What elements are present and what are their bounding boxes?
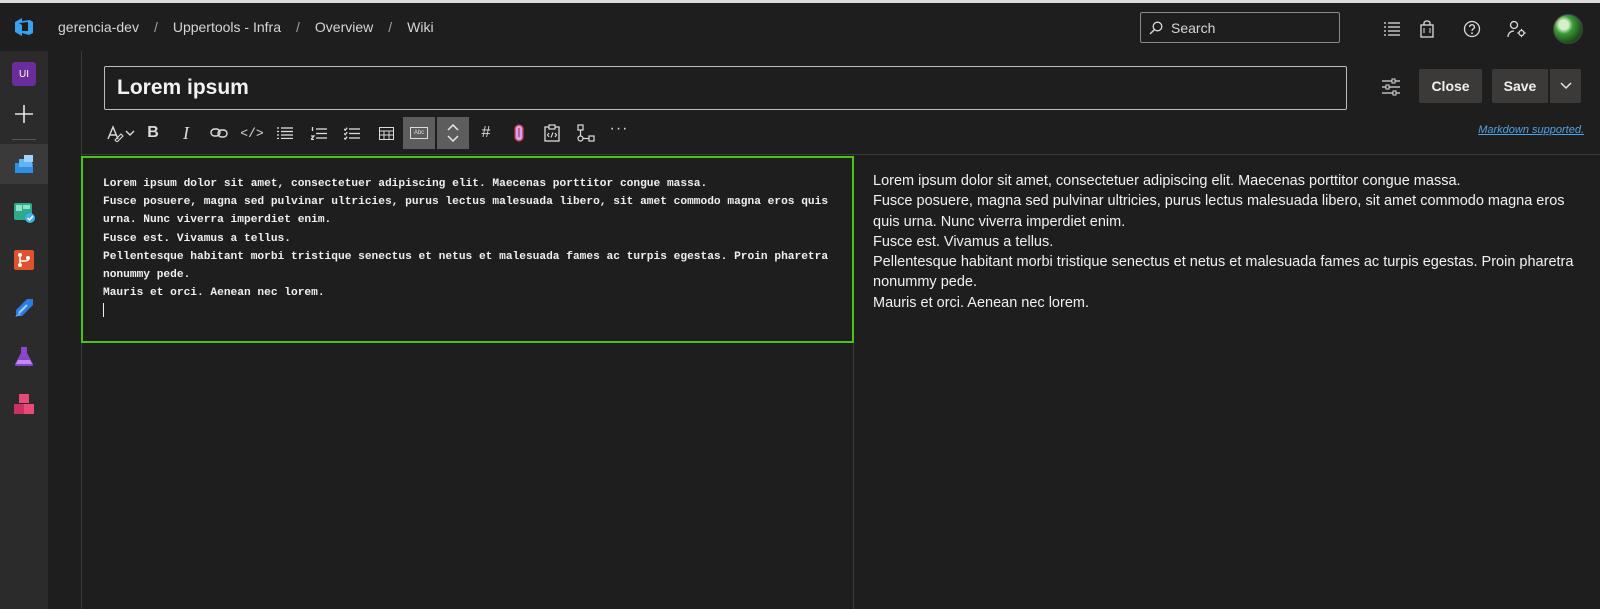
marketplace-bag-icon[interactable] [1413, 15, 1441, 43]
page-settings-icon[interactable] [1378, 74, 1404, 100]
preview-line: Mauris et orci. Aenean nec lorem. [873, 294, 1089, 311]
breadcrumb-organization[interactable]: gerencia-dev [58, 19, 139, 35]
attachment-icon[interactable] [503, 117, 535, 149]
heading-icon[interactable]: # [470, 117, 502, 149]
breadcrumb-project[interactable]: Uppertools - Infra [173, 19, 281, 35]
editor-line: Pellentesque habitant morbi tristique se… [103, 250, 835, 282]
user-settings-icon[interactable] [1503, 15, 1531, 43]
text-caret [103, 303, 104, 318]
breadcrumb-separator: / [153, 19, 158, 35]
editor-line: Mauris et orci. Aenean nec lorem. [103, 287, 325, 300]
add-icon[interactable] [0, 94, 48, 134]
pipelines-icon[interactable] [0, 288, 48, 328]
boards-icon[interactable] [0, 192, 48, 232]
project-badge[interactable]: UI [0, 54, 48, 94]
toolbar-divider [82, 154, 1600, 155]
bulleted-list-icon[interactable] [269, 117, 301, 149]
editor-line: Fusce posuere, magna sed pulvinar ultric… [103, 196, 835, 227]
close-button[interactable]: Close [1419, 69, 1482, 103]
editor-line: Fusce est. Vivamus a tellus. [103, 232, 291, 245]
breadcrumb-overview[interactable]: Overview [315, 19, 373, 35]
artifacts-icon[interactable] [0, 384, 48, 424]
editor-caret-line [103, 302, 832, 320]
spell-check-label: Abc [410, 127, 428, 139]
sync-scroll-icon[interactable] [437, 117, 469, 149]
table-icon[interactable] [370, 117, 402, 149]
more-icon[interactable]: ··· [603, 113, 635, 145]
search-icon [1149, 21, 1163, 35]
breadcrumb-separator: / [388, 19, 393, 35]
azure-devops-logo-icon[interactable] [0, 3, 48, 51]
breadcrumb-separator: / [296, 19, 300, 35]
avatar[interactable] [1553, 14, 1583, 44]
breadcrumb-wiki[interactable]: Wiki [407, 19, 433, 35]
save-button[interactable]: Save [1492, 69, 1548, 103]
checklist-icon[interactable] [336, 117, 368, 149]
text-format-icon[interactable] [102, 117, 140, 149]
preview-line: Fusce posuere, magna sed pulvinar ultric… [873, 193, 1565, 230]
page-title-input[interactable] [104, 66, 1347, 110]
insert-template-icon[interactable] [536, 117, 568, 149]
gutter [48, 51, 82, 609]
formatting-toolbar: B I </> Abc # ··· [100, 117, 1600, 149]
chevron-down-icon [1559, 82, 1572, 90]
help-icon[interactable] [1458, 15, 1486, 43]
search-placeholder: Search [1171, 19, 1216, 36]
preview-line: Pellentesque habitant morbi tristique se… [873, 254, 1574, 291]
code-icon[interactable]: </> [236, 117, 268, 149]
test-plans-icon[interactable] [0, 336, 48, 376]
left-nav: UI [0, 51, 48, 609]
task-list-icon[interactable] [1378, 15, 1406, 43]
mermaid-diagram-icon[interactable] [570, 117, 602, 149]
project-badge-label: UI [12, 62, 36, 86]
numbered-list-icon[interactable] [303, 117, 335, 149]
search-box[interactable]: Search [1140, 12, 1340, 43]
spell-check-icon[interactable]: Abc [403, 117, 435, 149]
link-icon[interactable] [203, 117, 235, 149]
editor-line: Lorem ipsum dolor sit amet, consectetuer… [103, 178, 708, 190]
preview-line: Fusce est. Vivamus a tellus. [873, 233, 1054, 250]
repos-icon[interactable] [0, 240, 48, 280]
preview-line: Lorem ipsum dolor sit amet, consectetuer… [873, 173, 1461, 189]
markdown-editor[interactable]: Lorem ipsum dolor sit amet, consectetuer… [81, 156, 854, 343]
overview-icon[interactable] [0, 144, 48, 184]
markdown-supported-link[interactable]: Markdown supported. [1478, 124, 1584, 136]
italic-icon[interactable]: I [170, 117, 202, 149]
breadcrumb: gerencia-dev / Uppertools - Infra / Over… [58, 19, 434, 35]
save-options-button[interactable] [1550, 69, 1581, 103]
top-bar: gerencia-dev / Uppertools - Infra / Over… [0, 0, 1600, 51]
markdown-preview: Lorem ipsum dolor sit amet, consectetuer… [873, 171, 1588, 313]
nav-divider [12, 139, 36, 140]
bold-icon[interactable]: B [137, 117, 169, 149]
